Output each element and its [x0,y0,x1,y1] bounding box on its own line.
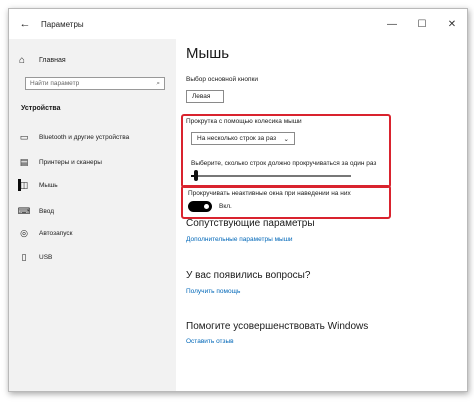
sidebar-home[interactable]: ⌂ Главная [19,55,66,66]
lines-label: Выберите, сколько строк должно прокручив… [191,160,377,167]
related-settings-title: Сопутствующие параметры [186,218,315,229]
settings-window: ← Параметры — ☐ ✕ ⌂ Главная Найти параме… [8,8,468,392]
bluetooth-device-icon: ▭ [19,131,29,142]
primary-button-select[interactable]: Левая [186,90,224,103]
improve-title: Помогите усовершенствовать Windows [186,321,369,332]
maximize-icon[interactable]: ☐ [407,19,437,30]
printer-icon: ▤ [19,156,29,167]
sidebar-item-mouse[interactable]: ◫ Мышь [9,175,176,195]
home-icon: ⌂ [19,55,26,66]
get-help-link[interactable]: Получить помощь [186,288,240,295]
inactive-scroll-toggle[interactable] [188,201,212,212]
wheel-mode-value: На несколько строк за раз [197,135,277,142]
section-heading: Устройства [21,105,61,112]
keyboard-icon: ⌨ [17,205,31,216]
sidebar-item-label: Принтеры и сканеры [39,158,102,166]
toggle-state: Вкл. [219,203,232,210]
usb-icon: ▯ [21,251,27,262]
minimize-icon[interactable]: — [377,19,407,30]
mouse-options-link[interactable]: Дополнительные параметры мыши [186,236,293,243]
back-arrow-icon[interactable]: ← [9,18,41,30]
search-icon: ⌕ [156,79,160,87]
sidebar-item-label: Мышь [39,181,58,189]
questions-title: У вас появились вопросы? [186,270,311,281]
chevron-down-icon: ⌄ [283,135,289,143]
sidebar-item-bluetooth[interactable]: ▭ Bluetooth и другие устройства [9,127,176,147]
sidebar-item-label: USB [39,253,53,261]
sidebar: ⌂ Главная Найти параметр ⌕ Устройства ▭ … [9,39,176,391]
autoplay-icon: ◎ [20,227,28,238]
title-bar: ← Параметры — ☐ ✕ [9,9,467,39]
close-icon[interactable]: ✕ [437,19,467,30]
sidebar-item-usb[interactable]: ▯ USB [9,247,176,267]
search-placeholder: Найти параметр [30,80,80,87]
sidebar-item-label: Автозапуск [39,229,73,237]
primary-button-label: Выбор основной кнопки [186,76,258,83]
wheel-mode-select[interactable]: На несколько строк за раз ⌄ [191,132,295,145]
toggle-knob [204,204,209,209]
window-title: Параметры [41,19,84,29]
feedback-link[interactable]: Оставить отзыв [186,338,234,345]
lines-slider-track[interactable] [191,175,351,177]
sidebar-item-typing[interactable]: ⌨ Ввод [9,201,176,221]
lines-slider-thumb[interactable] [193,170,198,181]
sidebar-item-label: Bluetooth и другие устройства [39,133,130,141]
sidebar-item-autoplay[interactable]: ◎ Автозапуск [9,223,176,243]
sidebar-item-label: Ввод [39,207,54,215]
sidebar-item-printers[interactable]: ▤ Принтеры и сканеры [9,152,176,172]
search-input[interactable]: Найти параметр ⌕ [25,77,165,90]
wheel-label: Прокрутка с помощью колесика мыши [186,118,302,125]
inactive-scroll-label: Прокручивать неактивные окна при наведен… [188,190,351,197]
home-label: Главная [39,57,66,64]
primary-button-value: Левая [192,93,211,100]
mouse-icon: ◫ [19,179,29,190]
page-title: Мышь [186,45,230,62]
main-content: Мышь Выбор основной кнопки Левая Прокрут… [181,39,467,391]
